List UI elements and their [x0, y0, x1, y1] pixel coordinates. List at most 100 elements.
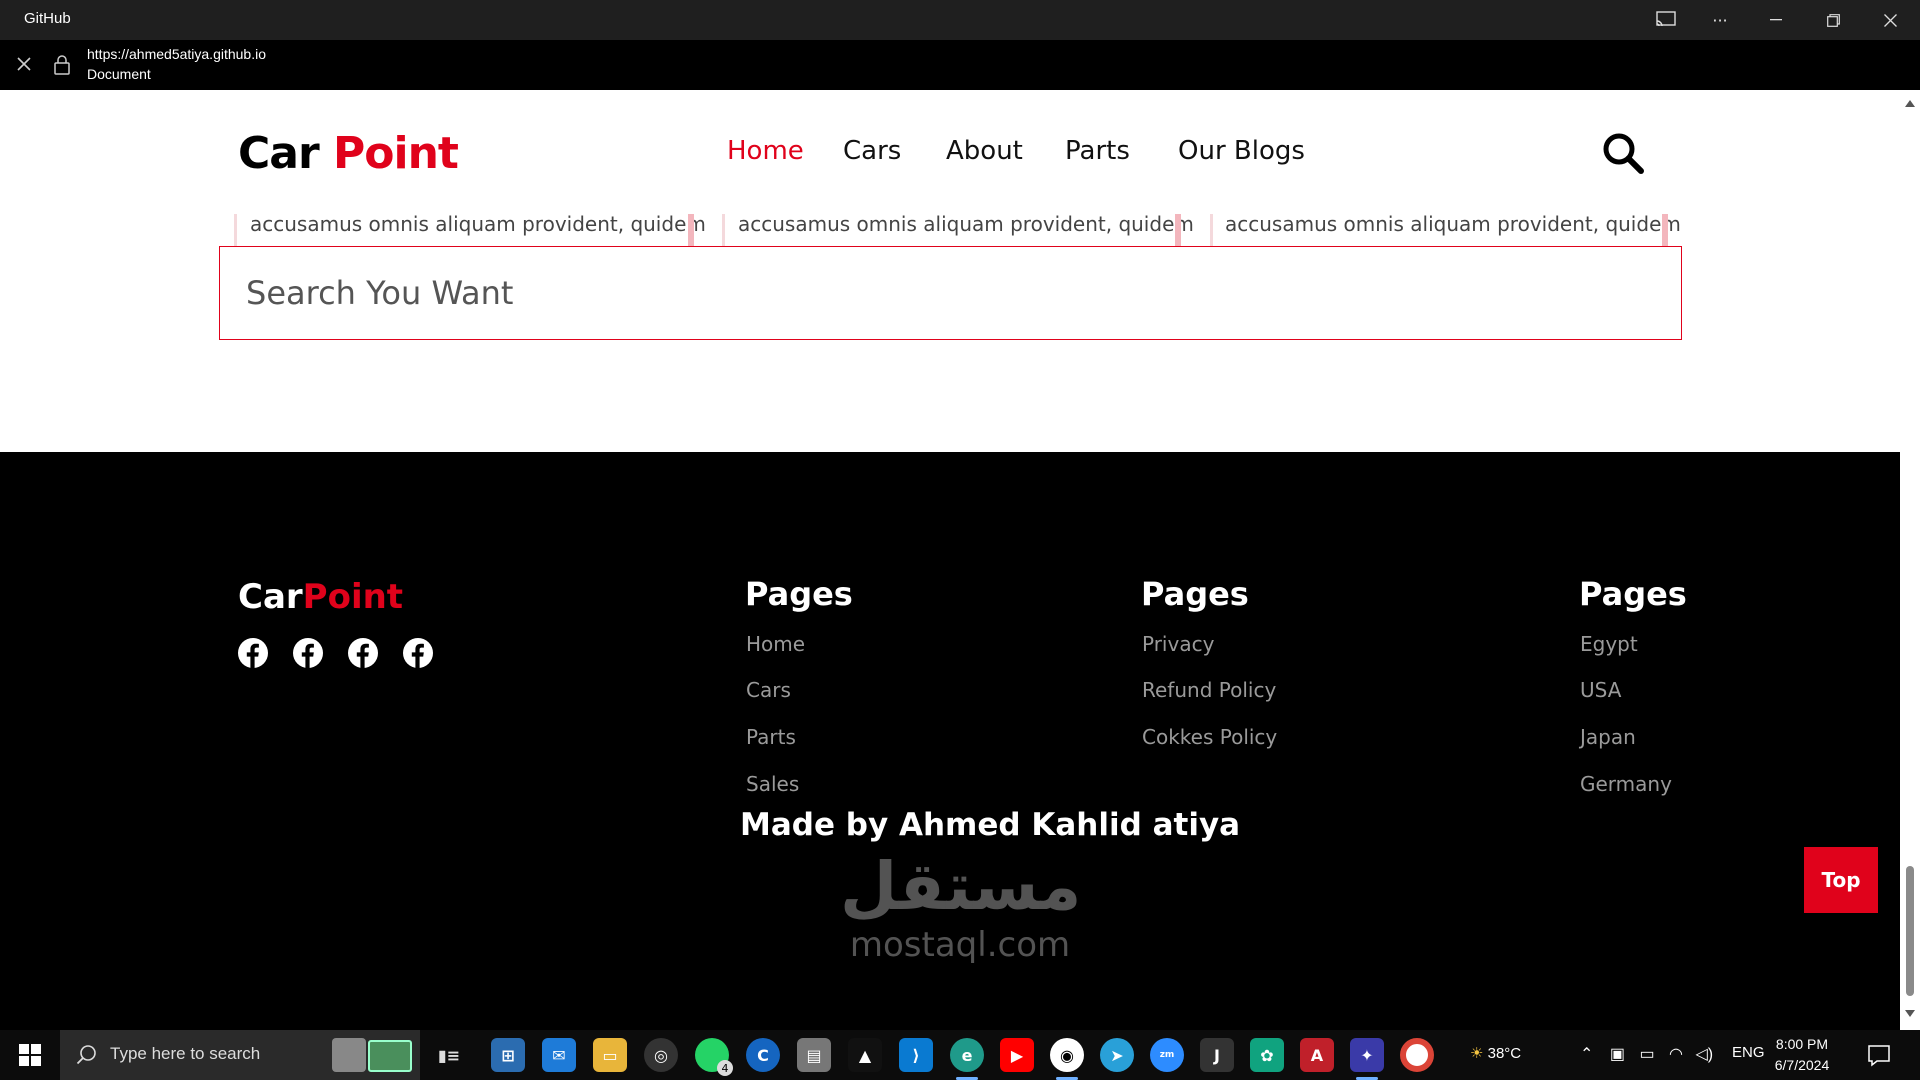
edge-icon[interactable]: e — [950, 1038, 984, 1080]
window-title: GitHub — [24, 10, 71, 27]
map-icon — [368, 1040, 412, 1072]
c-app-icon[interactable]: C — [746, 1038, 780, 1072]
close-icon[interactable] — [12, 52, 36, 76]
card-text: accusamus omnis aliquam provident, quide… — [738, 212, 1194, 236]
address-bar: https://ahmed5atiya.github.io Document — [0, 40, 1920, 90]
footer-link-usa[interactable]: USA — [1580, 678, 1621, 702]
made-by-credit: Made by Ahmed Kahlid atiya — [740, 807, 1241, 843]
more-options-icon[interactable]: ··· — [1692, 0, 1748, 40]
page-scrollbar[interactable] — [1900, 90, 1920, 1030]
footer-link-sales[interactable]: Sales — [746, 772, 799, 796]
footer-link-cars[interactable]: Cars — [746, 678, 791, 702]
card-edge — [234, 214, 237, 246]
minimize-button[interactable] — [1748, 0, 1804, 40]
mail-icon[interactable]: ✉ — [542, 1038, 576, 1072]
lock-icon — [54, 55, 70, 75]
nav-about[interactable]: About — [946, 136, 1023, 166]
footer-link-japan[interactable]: Japan — [1580, 725, 1636, 749]
card-edge — [1210, 214, 1213, 246]
github-icon[interactable]: ◉ — [1050, 1038, 1084, 1080]
search-box — [219, 246, 1682, 340]
logo-word-point: Point — [333, 128, 459, 179]
site-logo[interactable]: Car Point — [238, 128, 459, 179]
obs-icon[interactable]: ◎ — [644, 1038, 678, 1072]
cast-icon[interactable] — [1638, 0, 1694, 40]
logo-word-car: Car — [238, 128, 320, 179]
volume-icon[interactable]: ◁) — [1695, 1046, 1713, 1063]
footer-link-privacy[interactable]: Privacy — [1142, 632, 1214, 656]
clock[interactable]: 8:00 PM 6/7/2024 — [1752, 1034, 1852, 1076]
weather-widget[interactable]: ☀ 38°C — [1470, 1044, 1521, 1062]
search-input[interactable] — [246, 269, 1626, 317]
page-document-title: Document — [87, 66, 151, 82]
site-footer: CarPoint Pages Home Cars Parts Sales Pag… — [0, 452, 1900, 1030]
footer-link-home[interactable]: Home — [746, 632, 805, 656]
battery-icon[interactable]: ▭ — [1639, 1046, 1654, 1063]
page-url[interactable]: https://ahmed5atiya.github.io — [87, 46, 266, 62]
meet-icon[interactable]: ▣ — [1610, 1046, 1625, 1063]
watermark-logo: مستقل mostaql.com — [840, 847, 1081, 1017]
taskbar-search-placeholder: Type here to search — [110, 1044, 261, 1063]
clock-time: 8:00 PM — [1775, 1036, 1829, 1052]
footer-heading: Pages — [745, 575, 853, 613]
footer-link-cookies-policy[interactable]: Cokkes Policy — [1142, 725, 1277, 749]
card-text: accusamus omnis aliquam provident, quide… — [1225, 212, 1681, 236]
footer-link-refund-policy[interactable]: Refund Policy — [1142, 678, 1276, 702]
weather-temp: 38°C — [1487, 1045, 1522, 1062]
zoom-icon[interactable]: zm — [1150, 1038, 1184, 1072]
watermark-latin: mostaql.com — [849, 925, 1071, 965]
facebook-icon[interactable] — [292, 637, 324, 669]
weather-icon: ☀ — [1470, 1045, 1484, 1062]
microsoft-store-icon[interactable]: ⊞ — [491, 1038, 525, 1072]
vercel-icon[interactable]: ▲ — [848, 1038, 882, 1072]
jetbrains-icon[interactable]: J — [1200, 1038, 1234, 1072]
facebook-icon[interactable] — [237, 637, 269, 669]
footer-logo-car: Car — [238, 577, 303, 617]
nav-our-blogs[interactable]: Our Blogs — [1178, 136, 1305, 166]
file-explorer-icon[interactable]: ▭ — [593, 1038, 627, 1072]
card-text: accusamus omnis aliquam provident, quide… — [250, 212, 706, 236]
telegram-icon[interactable]: ➤ — [1100, 1038, 1134, 1072]
whatsapp-icon[interactable]: 4 — [695, 1038, 733, 1076]
wifi-icon[interactable]: ◠ — [1669, 1046, 1683, 1063]
taskbar: Type here to search ▮≡ ⊞ ✉ ▭ ◎ 4 C ▤ ▲ ⟩… — [0, 1030, 1920, 1080]
card-edge — [1662, 214, 1668, 246]
footer-link-germany[interactable]: Germany — [1580, 772, 1672, 796]
clock-date: 6/7/2024 — [1774, 1057, 1830, 1073]
chrome-icon[interactable] — [1400, 1038, 1434, 1072]
restore-button[interactable] — [1805, 0, 1861, 40]
footer-logo[interactable]: CarPoint — [238, 577, 403, 617]
nav-home[interactable]: Home — [727, 136, 804, 166]
footer-heading: Pages — [1579, 575, 1687, 613]
footer-link-egypt[interactable]: Egypt — [1580, 632, 1638, 656]
task-view-icon[interactable]: ▮≡ — [432, 1038, 466, 1072]
search-icon[interactable] — [1600, 130, 1646, 176]
scroll-down-icon[interactable] — [1905, 1010, 1915, 1017]
tray-icons[interactable]: ⌃ ▣ ▭ ◠ ◁) — [1580, 1044, 1713, 1064]
vscode-icon[interactable]: ⟩ — [899, 1038, 933, 1072]
back-to-top-button[interactable]: Top — [1804, 847, 1878, 913]
chatgpt-icon[interactable]: ✿ — [1250, 1038, 1284, 1072]
search-icon — [76, 1045, 96, 1065]
start-button[interactable] — [0, 1030, 60, 1080]
youtube-icon[interactable]: ▶ — [1000, 1038, 1034, 1072]
scroll-up-icon[interactable] — [1905, 100, 1915, 107]
facebook-icon[interactable] — [347, 637, 379, 669]
window-titlebar: GitHub ··· — [0, 0, 1920, 40]
windows-icon — [19, 1044, 41, 1066]
gemini-icon[interactable]: ✦ — [1350, 1038, 1384, 1080]
chevron-up-icon[interactable]: ⌃ — [1580, 1046, 1593, 1063]
pdf-reader-icon[interactable]: A — [1300, 1038, 1334, 1072]
card-edge — [1175, 214, 1181, 246]
notification-icon[interactable] — [1866, 1042, 1892, 1068]
card-edge — [688, 214, 694, 246]
card-edge — [722, 214, 725, 246]
nav-parts[interactable]: Parts — [1065, 136, 1130, 166]
footer-link-parts[interactable]: Parts — [746, 725, 796, 749]
scrollbar-thumb[interactable] — [1906, 866, 1914, 996]
close-window-button[interactable] — [1862, 0, 1918, 40]
facebook-icon[interactable] — [402, 637, 434, 669]
taskbar-search[interactable]: Type here to search — [60, 1030, 420, 1080]
notepad-icon[interactable]: ▤ — [797, 1038, 831, 1072]
nav-cars[interactable]: Cars — [843, 136, 901, 166]
